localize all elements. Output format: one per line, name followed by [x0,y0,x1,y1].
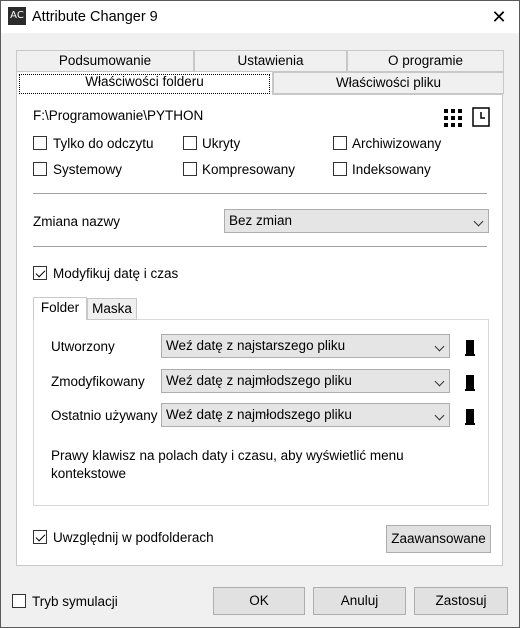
window-title: Attribute Changer 9 [32,9,158,25]
modified-label: Zmodyfikowany [51,374,145,389]
tab-file-properties[interactable]: Właściwości pliku [273,72,504,94]
indexed-checkbox[interactable] [333,162,347,176]
hidden-label: Ukryty [202,136,241,151]
system-label: Systemowy [53,162,123,177]
close-icon[interactable]: ✕ [485,3,513,31]
focus-rect [19,74,270,94]
accessed-select[interactable]: Weź datę z najmłodszego pliku [161,403,450,427]
ok-button[interactable]: OK [213,587,305,615]
hidden-checkbox[interactable] [183,136,197,150]
folder-path: F:\Programowanie\PYTHON [33,108,204,123]
tab-summary[interactable]: Podsumowanie [16,50,194,72]
archive-checkbox[interactable] [333,136,347,150]
tab-folder-properties[interactable]: Właściwości folderu [16,71,273,95]
grid-icon[interactable] [444,109,462,127]
rename-select-value: Bez zmian [229,213,293,228]
tab-mask[interactable]: Maska [87,298,137,320]
date-picker-icon[interactable] [465,375,475,391]
compressed-label: Kompresowany [202,162,296,177]
readonly-checkbox[interactable] [33,136,47,150]
apply-button[interactable]: Zastosuj [414,587,508,615]
title-bar: AC Attribute Changer 9 ✕ [1,1,519,33]
rename-label: Zmiana nazwy [33,214,121,229]
tab-folder[interactable]: Folder [33,297,87,320]
created-select-value: Weź datę z najstarszego pliku [166,338,346,353]
advanced-button[interactable]: Zaawansowane [386,525,491,553]
chevron-down-icon [434,341,445,352]
chevron-down-icon [473,216,484,227]
clock-icon[interactable] [472,107,490,127]
context-menu-hint: Prawy klawisz na polach daty i czasu, ab… [51,448,404,481]
accessed-select-value: Weź datę z najmłodszego pliku [166,407,352,422]
cancel-button[interactable]: Anuluj [313,587,406,615]
modify-datetime-checkbox[interactable] [33,266,47,280]
tab-settings[interactable]: Ustawienia [194,50,347,72]
accessed-label: Ostatnio używany [51,408,158,423]
compressed-checkbox[interactable] [183,162,197,176]
date-picker-icon[interactable] [465,409,475,425]
modified-select[interactable]: Weź datę z najmłodszego pliku [161,369,450,393]
modified-select-value: Weź datę z najmłodszego pliku [166,373,352,388]
rename-select[interactable]: Bez zmian [224,209,489,233]
archive-label: Archiwizowany [352,136,442,151]
simulation-label: Tryb symulacji [32,594,118,609]
separator [33,246,487,247]
tab-about[interactable]: O programie [347,50,504,72]
created-label: Utworzony [51,339,115,354]
subfolders-label: Uwzględnij w podfolderach [53,530,214,545]
created-select[interactable]: Weź datę z najstarszego pliku [161,334,450,358]
app-icon: AC [8,7,26,25]
indexed-label: Indeksowany [352,162,431,177]
system-checkbox[interactable] [33,162,47,176]
readonly-label: Tylko do odczytu [53,136,154,151]
chevron-down-icon [434,410,445,421]
modify-datetime-label: Modyfikuj datę i czas [53,266,179,281]
subfolders-checkbox[interactable] [33,530,47,544]
chevron-down-icon [434,376,445,387]
separator [33,193,487,194]
date-picker-icon[interactable] [465,340,475,356]
simulation-checkbox[interactable] [12,594,26,608]
